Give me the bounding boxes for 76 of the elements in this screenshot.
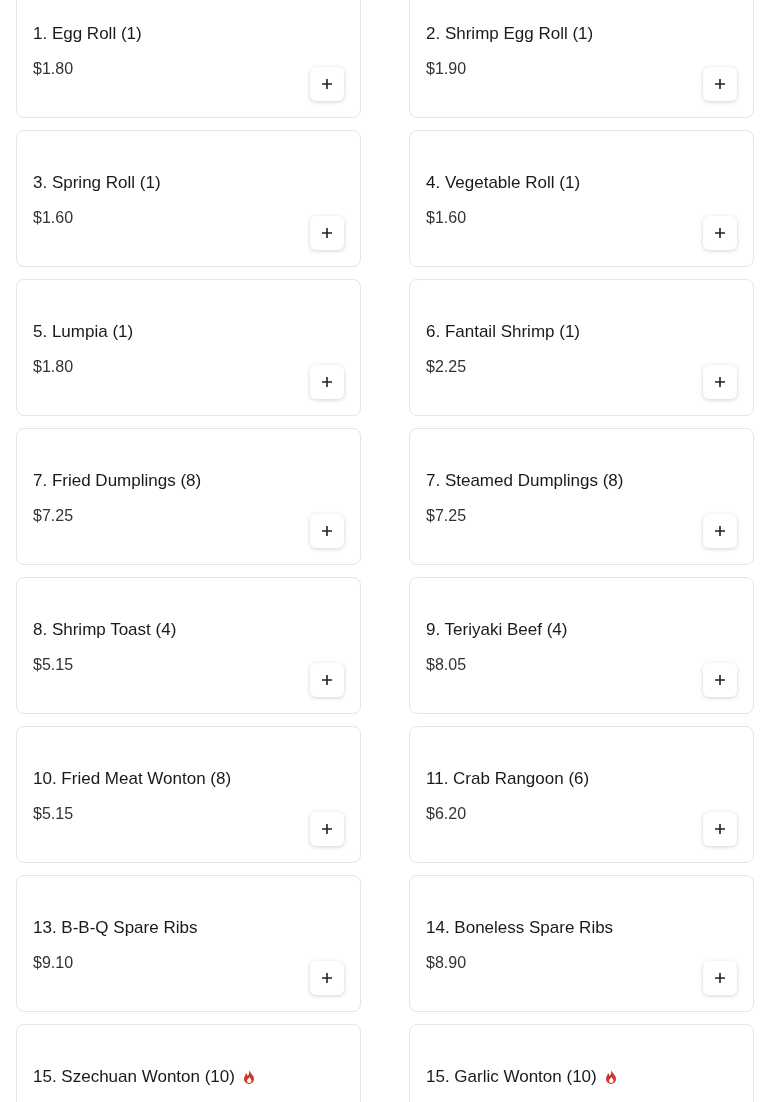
- item-name: 15. Szechuan Wonton (10): [33, 1066, 235, 1088]
- plus-icon: [715, 675, 725, 685]
- add-button[interactable]: [703, 514, 737, 548]
- add-button[interactable]: [310, 67, 344, 101]
- menu-item-card[interactable]: 1. Egg Roll (1) $1.80: [16, 0, 361, 118]
- item-name: 8. Shrimp Toast (4): [33, 619, 177, 641]
- item-name: 9. Teriyaki Beef (4): [426, 619, 568, 641]
- add-button[interactable]: [310, 365, 344, 399]
- menu-item-card[interactable]: 4. Vegetable Roll (1) $1.60: [409, 130, 754, 267]
- plus-icon: [322, 377, 332, 387]
- item-price: $6.20: [426, 803, 468, 824]
- item-name: 7. Fried Dumplings (8): [33, 470, 202, 492]
- item-name: 13. B-B-Q Spare Ribs: [33, 917, 198, 939]
- item-name: 2. Shrimp Egg Roll (1): [426, 23, 594, 45]
- item-price: $5.15: [33, 654, 75, 675]
- item-price: $8.90: [426, 952, 468, 973]
- item-price: $7.25: [426, 505, 468, 526]
- menu-item-card[interactable]: 2. Shrimp Egg Roll (1) $1.90: [409, 0, 754, 118]
- item-name: 10. Fried Meat Wonton (8): [33, 768, 232, 790]
- item-price: $8.05: [426, 654, 468, 675]
- menu-item-card[interactable]: 7. Fried Dumplings (8) $7.25: [16, 428, 361, 565]
- add-button[interactable]: [310, 663, 344, 697]
- item-price: $5.15: [33, 803, 75, 824]
- item-name: 5. Lumpia (1): [33, 321, 134, 343]
- item-price: $1.80: [33, 58, 75, 79]
- item-name: 3. Spring Roll (1): [33, 172, 161, 194]
- menu-item-card[interactable]: 15. Szechuan Wonton (10): [16, 1024, 361, 1102]
- item-price: $1.60: [33, 207, 75, 228]
- item-price: $1.60: [426, 207, 468, 228]
- menu-item-card[interactable]: 5. Lumpia (1) $1.80: [16, 279, 361, 416]
- menu-item-card[interactable]: 13. B-B-Q Spare Ribs $9.10: [16, 875, 361, 1012]
- menu-item-card[interactable]: 8. Shrimp Toast (4) $5.15: [16, 577, 361, 714]
- item-name: 1. Egg Roll (1): [33, 23, 142, 45]
- add-button[interactable]: [703, 365, 737, 399]
- add-button[interactable]: [703, 663, 737, 697]
- plus-icon: [715, 824, 725, 834]
- plus-icon: [715, 973, 725, 983]
- item-price: $1.90: [426, 58, 468, 79]
- add-button[interactable]: [310, 514, 344, 548]
- plus-icon: [322, 824, 332, 834]
- menu-item-card[interactable]: 10. Fried Meat Wonton (8) $5.15: [16, 726, 361, 863]
- add-button[interactable]: [703, 67, 737, 101]
- flame-icon: [242, 1069, 255, 1084]
- menu-item-card[interactable]: 9. Teriyaki Beef (4) $8.05: [409, 577, 754, 714]
- plus-icon: [322, 973, 332, 983]
- item-price: $2.25: [426, 356, 468, 377]
- menu-item-card[interactable]: 7. Steamed Dumplings (8) $7.25: [409, 428, 754, 565]
- add-button[interactable]: [703, 812, 737, 846]
- flame-icon: [604, 1069, 617, 1084]
- item-name: 14. Boneless Spare Ribs: [426, 917, 614, 939]
- add-button[interactable]: [310, 961, 344, 995]
- item-price: $9.10: [33, 952, 75, 973]
- plus-icon: [715, 377, 725, 387]
- add-button[interactable]: [703, 216, 737, 250]
- menu-item-card[interactable]: 3. Spring Roll (1) $1.60: [16, 130, 361, 267]
- item-price: $7.25: [33, 505, 75, 526]
- add-button[interactable]: [703, 961, 737, 995]
- plus-icon: [322, 228, 332, 238]
- item-name: 15. Garlic Wonton (10): [426, 1066, 597, 1088]
- add-button[interactable]: [310, 812, 344, 846]
- item-name: 6. Fantail Shrimp (1): [426, 321, 580, 343]
- plus-icon: [322, 675, 332, 685]
- add-button[interactable]: [310, 216, 344, 250]
- menu-item-card[interactable]: 6. Fantail Shrimp (1) $2.25: [409, 279, 754, 416]
- item-name: 4. Vegetable Roll (1): [426, 172, 581, 194]
- plus-icon: [715, 526, 725, 536]
- plus-icon: [715, 228, 725, 238]
- menu-item-card[interactable]: 14. Boneless Spare Ribs $8.90: [409, 875, 754, 1012]
- plus-icon: [322, 526, 332, 536]
- plus-icon: [322, 79, 332, 89]
- plus-icon: [715, 79, 725, 89]
- item-price: $1.80: [33, 356, 75, 377]
- item-name: 7. Steamed Dumplings (8): [426, 470, 624, 492]
- menu-item-card[interactable]: 11. Crab Rangoon (6) $6.20: [409, 726, 754, 863]
- menu-item-card[interactable]: 15. Garlic Wonton (10): [409, 1024, 754, 1102]
- item-name: 11. Crab Rangoon (6): [426, 768, 590, 790]
